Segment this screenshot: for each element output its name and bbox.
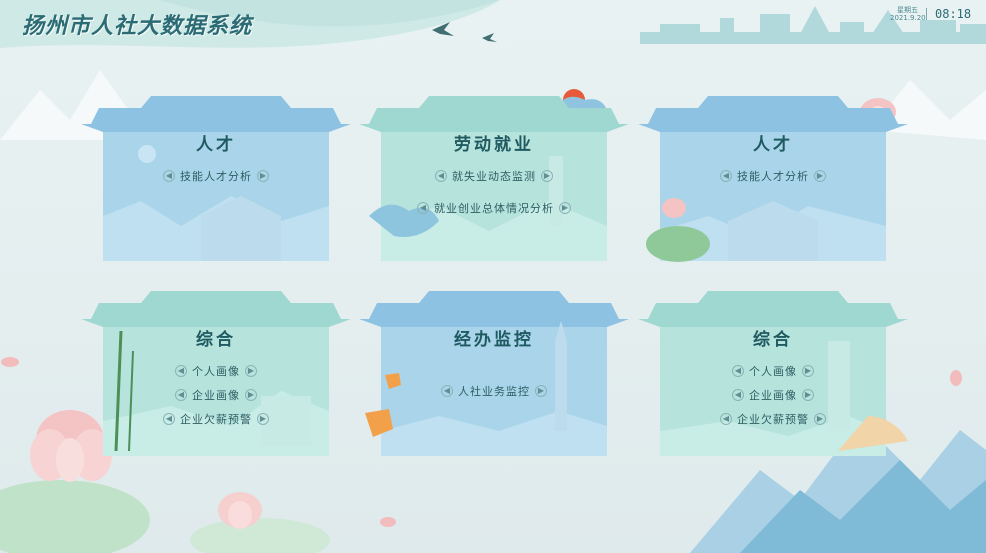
chevron-left-icon: ◀	[175, 389, 187, 401]
chevron-right-icon: ▶	[559, 202, 571, 214]
link-skill-talent-analysis[interactable]: ◀ 技能人才分析 ▶	[638, 164, 908, 188]
link-label: 就失业动态监测	[452, 170, 536, 183]
chevron-left-icon: ◀	[720, 413, 732, 425]
chevron-right-icon: ▶	[802, 365, 814, 377]
card-title: 劳动就业	[454, 135, 534, 155]
link-label: 企业欠薪预警	[180, 413, 252, 426]
card-comprehensive-2[interactable]: 综合 ◀ 个人画像 ▶ ◀ 企业画像 ▶ ◀ 企业欠薪预警 ▶	[638, 291, 908, 461]
chevron-right-icon: ▶	[245, 389, 257, 401]
lotus-leaf	[0, 480, 150, 553]
chevron-left-icon: ◀	[732, 389, 744, 401]
chevron-left-icon: ◀	[720, 170, 732, 182]
link-business-monitoring[interactable]: ◀ 人社业务监控 ▶	[359, 379, 629, 403]
link-employment-overview[interactable]: ◀ 就业创业总体情况分析 ▶	[359, 196, 629, 220]
clock: 08:18	[935, 7, 972, 21]
card-title: 人才	[196, 135, 236, 155]
date: 2021.9.20	[890, 14, 926, 22]
card-title: 人才	[753, 135, 793, 155]
card-business-monitoring[interactable]: 经办监控 ◀ 人社业务监控 ▶	[359, 291, 629, 461]
card-comprehensive[interactable]: 综合 ◀ 个人画像 ▶ ◀ 企业画像 ▶ ◀ 企业欠薪预警 ▶	[81, 291, 351, 461]
chevron-left-icon: ◀	[441, 385, 453, 397]
link-label: 技能人才分析	[737, 170, 809, 183]
link-label: 技能人才分析	[180, 170, 252, 183]
app-title: 扬州市人社大数据系统	[22, 14, 253, 39]
link-label: 个人画像	[192, 365, 240, 378]
chevron-left-icon: ◀	[163, 413, 175, 425]
header: 扬州市人社大数据系统 星期五 2021.9.20 08:18	[0, 0, 986, 50]
divider	[926, 8, 927, 20]
link-skill-talent-analysis[interactable]: ◀ 技能人才分析 ▶	[81, 164, 351, 188]
link-wage-arrears-warning[interactable]: ◀ 企业欠薪预警 ▶	[81, 407, 351, 431]
chevron-left-icon: ◀	[435, 170, 447, 182]
link-label: 企业欠薪预警	[737, 413, 809, 426]
chevron-right-icon: ▶	[541, 170, 553, 182]
chevron-left-icon: ◀	[417, 202, 429, 214]
chevron-left-icon: ◀	[163, 170, 175, 182]
link-employment-monitoring[interactable]: ◀ 就失业动态监测 ▶	[359, 164, 629, 188]
link-personal-profile[interactable]: ◀ 个人画像 ▶	[638, 359, 908, 383]
card-frame	[359, 291, 629, 456]
chevron-right-icon: ▶	[535, 385, 547, 397]
link-label: 个人画像	[749, 365, 797, 378]
background-scenery	[0, 0, 986, 553]
card-labor-employment[interactable]: 劳动就业 ◀ 就失业动态监测 ▶ ◀ 就业创业总体情况分析 ▶	[359, 96, 629, 266]
chevron-right-icon: ▶	[814, 170, 826, 182]
link-label: 企业画像	[749, 389, 797, 402]
link-label: 人社业务监控	[458, 385, 530, 398]
chevron-left-icon: ◀	[175, 365, 187, 377]
link-personal-profile[interactable]: ◀ 个人画像 ▶	[81, 359, 351, 383]
chevron-left-icon: ◀	[732, 365, 744, 377]
chevron-right-icon: ▶	[802, 389, 814, 401]
chevron-right-icon: ▶	[257, 413, 269, 425]
card-title: 经办监控	[454, 330, 534, 350]
link-label: 就业创业总体情况分析	[434, 202, 554, 215]
card-talent-2[interactable]: 人才 ◀ 技能人才分析 ▶	[638, 96, 908, 266]
link-enterprise-profile[interactable]: ◀ 企业画像 ▶	[81, 383, 351, 407]
card-talent[interactable]: 人才 ◀ 技能人才分析 ▶	[81, 96, 351, 266]
card-title: 综合	[196, 330, 236, 350]
link-label: 企业画像	[192, 389, 240, 402]
chevron-right-icon: ▶	[245, 365, 257, 377]
chevron-right-icon: ▶	[814, 413, 826, 425]
card-title: 综合	[753, 330, 793, 350]
link-enterprise-profile[interactable]: ◀ 企业画像 ▶	[638, 383, 908, 407]
chevron-right-icon: ▶	[257, 170, 269, 182]
link-wage-arrears-warning[interactable]: ◀ 企业欠薪预警 ▶	[638, 407, 908, 431]
